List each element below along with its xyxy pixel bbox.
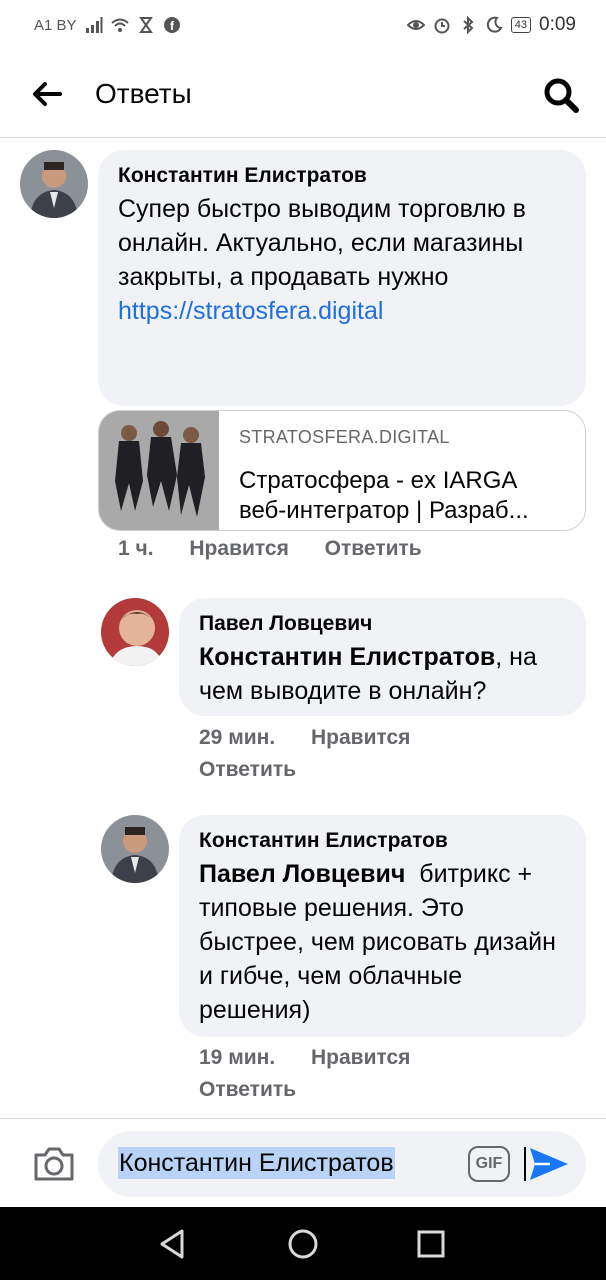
preview-title: Стратосфера - ex IARGA веб-интегратор | …	[239, 466, 569, 526]
comment-bubble: Константин Елистратов Павел Ловцевич бит…	[179, 815, 586, 1037]
comment-bubble: Константин Елистратов Супер быстро вывод…	[98, 150, 586, 406]
like-button[interactable]: Нравится	[311, 726, 410, 749]
preview-title-line2: веб-интегратор | Разраб...	[239, 497, 529, 524]
nav-home-icon[interactable]	[284, 1225, 322, 1263]
clock: 0:09	[539, 14, 576, 35]
avatar[interactable]	[101, 598, 169, 666]
preview-domain: STRATOSFERA.DIGITAL	[239, 427, 450, 447]
comment-text: Супер быстро выводим торговлю в онлайн. …	[118, 192, 558, 328]
reply-button[interactable]: Ответить	[199, 1078, 296, 1101]
comment-author[interactable]: Павел Ловцевич	[199, 612, 566, 636]
status-bar: A1 BY f 43 0:09	[0, 0, 606, 50]
comment-input-value[interactable]: Константин Елистратов	[118, 1147, 395, 1179]
comment-text: Павел Ловцевич битрикс + типовые решения…	[199, 857, 569, 1027]
comment-mention[interactable]: Павел Ловцевич	[199, 860, 405, 888]
avatar-photo	[101, 815, 169, 883]
system-nav-bar	[0, 1207, 606, 1280]
text-caret	[524, 1147, 526, 1181]
avatar-photo	[20, 150, 88, 218]
send-icon[interactable]	[528, 1146, 570, 1182]
back-arrow-icon[interactable]	[28, 76, 64, 112]
comment-author[interactable]: Константин Елистратов	[118, 164, 566, 188]
alarm-icon	[434, 18, 450, 34]
comment-composer: Константин Елистратов	[0, 1118, 606, 1206]
avatar-photo	[101, 598, 169, 666]
gif-button[interactable]: GIF	[468, 1146, 510, 1182]
comment-time: 19 мин.	[199, 1046, 276, 1069]
status-left: A1 BY f	[34, 16, 181, 34]
search-icon[interactable]	[542, 76, 580, 114]
avatar[interactable]	[101, 815, 169, 883]
like-button[interactable]: Нравится	[189, 537, 288, 560]
nav-back-icon[interactable]	[154, 1225, 192, 1263]
comment-time: 1 ч.	[118, 537, 154, 560]
avatar[interactable]	[20, 150, 88, 218]
comment-mention[interactable]: Константин Елистратов	[199, 643, 495, 671]
reply-button[interactable]: Ответить	[199, 758, 296, 781]
preview-text: STRATOSFERA.DIGITAL Стратосфера - ex IAR…	[219, 411, 569, 530]
preview-title-line1: Стратосфера - ex IARGA	[239, 467, 518, 494]
comment-meta: 29 мин. Нравится Ответить	[199, 722, 410, 786]
bluetooth-icon	[463, 16, 474, 34]
camera-icon[interactable]	[32, 1141, 76, 1185]
comment-author[interactable]: Константин Елистратов	[199, 829, 566, 853]
signal-icon	[85, 17, 103, 33]
header: Ответы	[0, 50, 606, 138]
comment-meta: 19 мин. Нравится Ответить	[199, 1042, 410, 1106]
preview-image	[99, 411, 219, 530]
comment-link[interactable]: https://stratosfera.digital	[118, 297, 383, 325]
comment-bubble: Павел Ловцевич Константин Елистратов, на…	[179, 598, 586, 716]
comment-meta: 1 ч. Нравится Ответить	[118, 537, 422, 561]
moon-icon	[486, 16, 503, 33]
comment-input[interactable]: Константин Елистратов	[98, 1131, 586, 1197]
wifi-icon	[110, 18, 129, 32]
link-preview-card[interactable]: STRATOSFERA.DIGITAL Стратосфера - ex IAR…	[98, 410, 586, 531]
battery-indicator: 43	[510, 17, 532, 33]
comment-body: Супер быстро выводим торговлю в онлайн. …	[118, 195, 526, 291]
page-title: Ответы	[95, 78, 192, 109]
nav-recents-icon[interactable]	[412, 1225, 450, 1263]
status-right: 43 0:09	[406, 14, 576, 36]
facebook-icon: f	[163, 17, 180, 33]
comment-text: Константин Елистратов, на чем выводите в…	[199, 640, 569, 708]
carrier-label: A1 BY	[34, 16, 77, 34]
reply-button[interactable]: Ответить	[325, 537, 422, 560]
like-button[interactable]: Нравится	[311, 1046, 410, 1069]
eye-icon	[406, 20, 425, 30]
comment-time: 29 мин.	[199, 726, 276, 749]
hourglass-icon	[138, 17, 153, 33]
